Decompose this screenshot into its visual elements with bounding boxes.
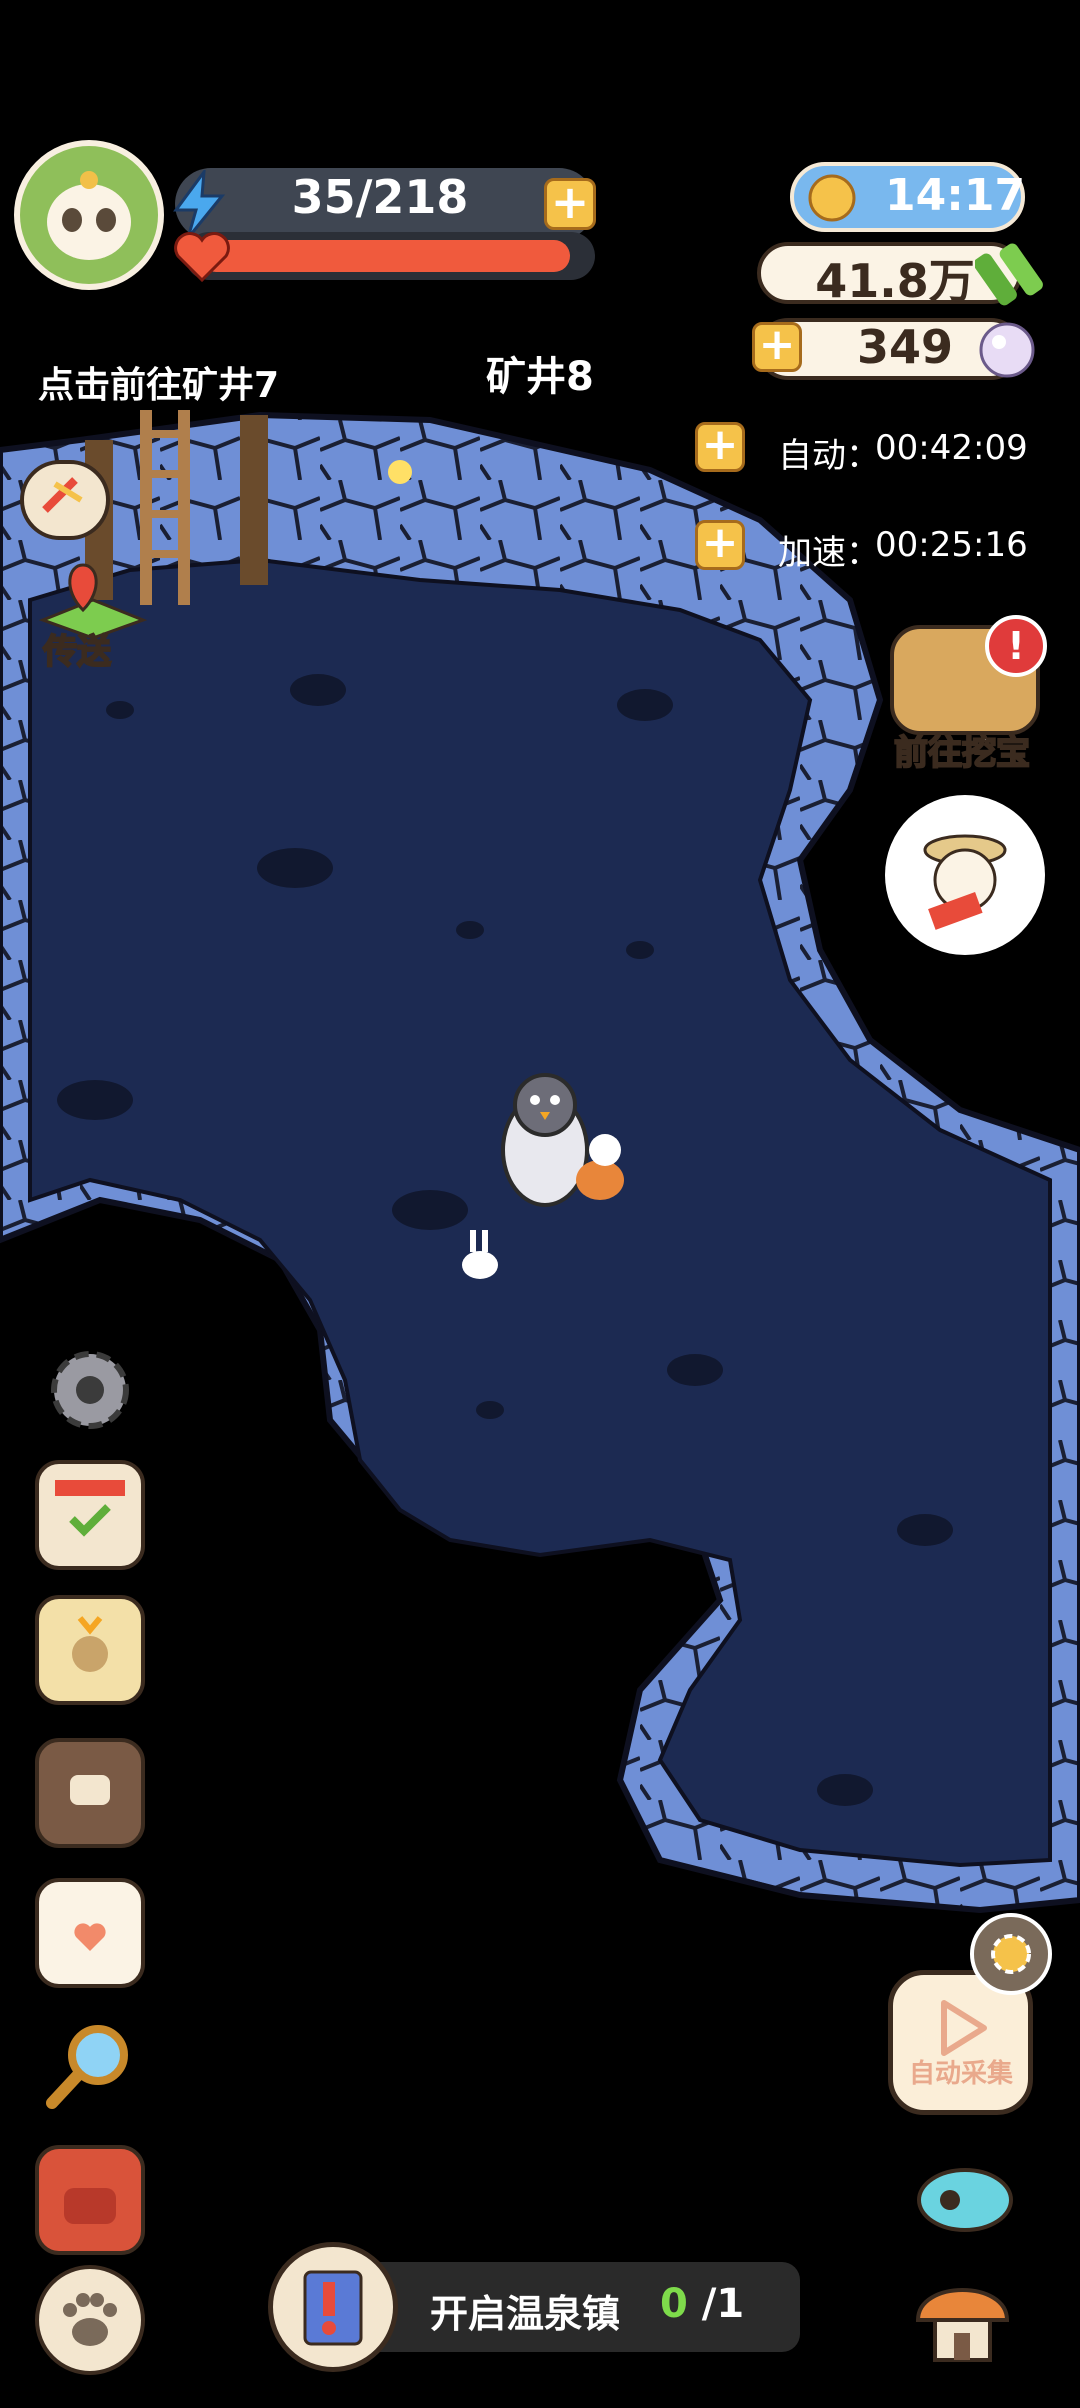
home-button[interactable]: [905, 2260, 1020, 2375]
magnifier-icon: [46, 2025, 128, 2109]
whistle-icon: [917, 2168, 1013, 2232]
recipe-book-button[interactable]: [35, 1738, 145, 1848]
game-time: 14:17: [885, 170, 1026, 221]
pets-button[interactable]: [35, 2265, 145, 2375]
gear-icon: [991, 1934, 1031, 1974]
play-icon: [940, 1999, 987, 2056]
pickaxe-icon: [42, 477, 83, 513]
calendar-check-icon: [55, 1480, 125, 1537]
quest-progress-done: 0: [660, 2281, 688, 2327]
pickaxe-shortcut[interactable]: [20, 460, 110, 540]
explorer-npc-icon: [923, 834, 1007, 930]
search-button[interactable]: [35, 2010, 145, 2120]
sun-icon: [808, 174, 856, 222]
pearl-icon: [979, 322, 1035, 378]
auto-boost-add-button[interactable]: +: [695, 422, 745, 472]
alert-badge: !: [985, 615, 1047, 677]
quest-title: 开启温泉镇: [430, 2292, 621, 2336]
add-pearl-button[interactable]: +: [752, 322, 802, 372]
player-penguin[interactable]: [501, 1073, 589, 1207]
clipboard-alert-icon: [303, 2270, 363, 2346]
gift-tag-icon: [72, 1616, 108, 1672]
calendar-button[interactable]: [35, 1460, 145, 1570]
npc-explorer-bubble[interactable]: [885, 795, 1045, 955]
current-mine-label: 矿井8: [486, 354, 594, 400]
teleport-label: 传送: [42, 631, 112, 673]
treasure-hunt-button[interactable]: ! 前往挖宝: [890, 615, 1050, 775]
shirt-heart-icon: [74, 1923, 106, 1951]
speed-boost-add-button[interactable]: +: [695, 520, 745, 570]
quest-clipboard-button[interactable]: [268, 2242, 398, 2372]
player-avatar[interactable]: [14, 140, 164, 290]
quest-progress-total: /1: [701, 2281, 745, 2327]
teleport-button[interactable]: 传送: [38, 560, 148, 673]
auto-collect-settings-button[interactable]: [970, 1913, 1052, 1995]
hp-bar-fill: [200, 240, 570, 272]
quest-progress: 0 /1: [660, 2281, 744, 2327]
whistle-button[interactable]: [905, 2140, 1025, 2250]
auto-boost-label: 自动：: [778, 436, 880, 476]
backpack-icon: [64, 2188, 116, 2224]
auto-boost-timer: 00:42:09: [875, 428, 1028, 468]
gear-icon: [51, 1351, 129, 1429]
lamp-icon: [388, 460, 412, 484]
bamboo-currency-icon: [975, 243, 1043, 306]
goto-prev-mine-link[interactable]: 点击前往矿井7: [38, 356, 279, 408]
speed-boost-timer: 00:25:16: [875, 525, 1028, 565]
heart-icon: [174, 232, 230, 283]
wardrobe-button[interactable]: [35, 1878, 145, 1988]
speed-boost-label: 加速：: [778, 533, 880, 573]
backpack-button[interactable]: [35, 2145, 145, 2255]
energy-value: 35/218: [291, 170, 469, 224]
add-energy-button[interactable]: +: [544, 178, 596, 230]
pearl-value: 349: [856, 320, 954, 374]
panda-avatar-icon: [47, 171, 131, 260]
auto-collect-label: 自动采集: [908, 2059, 1013, 2089]
treasure-hunt-label: 前往挖宝: [893, 732, 1031, 774]
mushroom-house-icon: [915, 2288, 1010, 2362]
book-icon: [70, 1775, 110, 1805]
coin-value: 41.8万: [815, 254, 975, 308]
paw-icon: [63, 2293, 117, 2346]
settings-button[interactable]: [35, 1335, 145, 1445]
gift-tag-button[interactable]: [35, 1595, 145, 1705]
